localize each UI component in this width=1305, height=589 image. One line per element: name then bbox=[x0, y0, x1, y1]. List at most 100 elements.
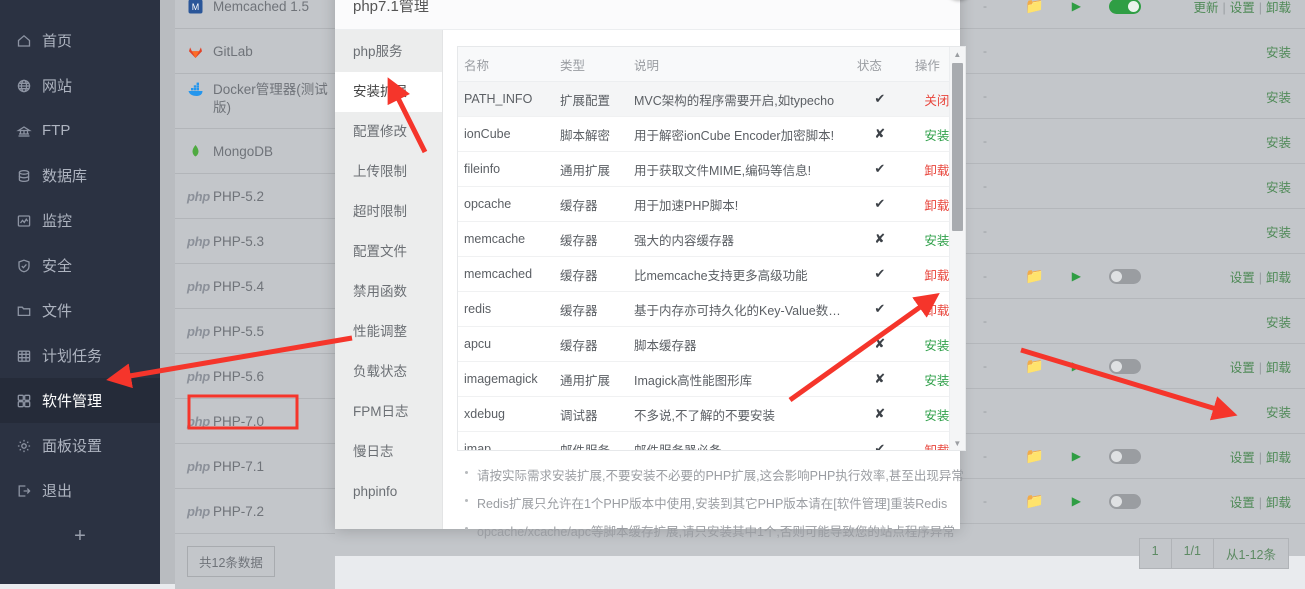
php-icon: php bbox=[187, 503, 210, 519]
sidebar-item-11[interactable]: 退出 bbox=[0, 468, 160, 513]
row-action[interactable]: 卸载 bbox=[1266, 451, 1291, 465]
scrollbar-thumb[interactable] bbox=[951, 63, 963, 231]
folder-icon[interactable]: 📁 bbox=[1025, 0, 1044, 15]
modal-menu-item-12[interactable]: phpinfo bbox=[335, 472, 442, 512]
row-action[interactable]: 安装 bbox=[1266, 46, 1291, 60]
sidebar-item-10[interactable]: 面板设置 bbox=[0, 423, 160, 468]
row-action-link[interactable]: 关闭 bbox=[924, 94, 949, 108]
row-action-link[interactable]: 卸载 bbox=[924, 164, 949, 178]
row-dash: - bbox=[983, 224, 987, 238]
row-action-link[interactable]: 安装 bbox=[924, 234, 949, 248]
play-icon[interactable]: ▶ bbox=[1072, 359, 1081, 373]
software-list-item-label: PHP-5.4 bbox=[213, 278, 265, 294]
modal-menu-item-8[interactable]: 性能调整 bbox=[335, 312, 442, 352]
status-toggle[interactable] bbox=[1108, 358, 1141, 374]
modal-menu-item-5[interactable]: 超时限制 bbox=[335, 192, 442, 232]
sidebar-item-4[interactable]: 数据库 bbox=[0, 153, 160, 198]
row-action[interactable]: 设置 bbox=[1230, 496, 1255, 510]
modal-menu-item-6[interactable]: 配置文件 bbox=[335, 232, 442, 272]
software-list-item[interactable]: Docker管理器(测试版) bbox=[175, 74, 335, 129]
table-scrollbar[interactable]: ▲ ▼ bbox=[948, 47, 965, 450]
folder-icon[interactable]: 📁 bbox=[1025, 357, 1044, 375]
software-list-item[interactable]: MongoDB bbox=[175, 129, 335, 174]
status-toggle[interactable] bbox=[1108, 448, 1141, 464]
row-action[interactable]: 卸载 bbox=[1266, 1, 1291, 15]
folder-icon[interactable]: 📁 bbox=[1025, 447, 1044, 465]
status-toggle[interactable] bbox=[1108, 493, 1141, 509]
folder-icon[interactable]: 📁 bbox=[1025, 492, 1044, 510]
sidebar-item-2[interactable]: 网站 bbox=[0, 63, 160, 108]
row-action[interactable]: 卸载 bbox=[1266, 271, 1291, 285]
pager-page[interactable]: 1 bbox=[1138, 538, 1171, 569]
row-action-link[interactable]: 安装 bbox=[924, 409, 949, 423]
row-action-link[interactable]: 卸载 bbox=[924, 304, 949, 318]
row-action[interactable]: 设置 bbox=[1230, 361, 1255, 375]
modal-menu-item-2[interactable]: 安装扩展 bbox=[335, 72, 442, 112]
row-action[interactable]: 设置 bbox=[1230, 271, 1255, 285]
sidebar-item-9[interactable]: 软件管理 bbox=[0, 378, 160, 423]
row-action[interactable]: 设置 bbox=[1230, 451, 1255, 465]
software-list-item[interactable]: php PHP-5.6 bbox=[175, 354, 335, 399]
status-toggle[interactable] bbox=[1108, 268, 1141, 284]
play-icon[interactable]: ▶ bbox=[1072, 494, 1081, 508]
row-action[interactable]: 安装 bbox=[1266, 406, 1291, 420]
software-list-item[interactable]: php PHP-7.2 bbox=[175, 489, 335, 534]
modal-menu-item-9[interactable]: 负载状态 bbox=[335, 352, 442, 392]
column-header-1: 名称 bbox=[458, 47, 554, 82]
modal-menu-item-7[interactable]: 禁用函数 bbox=[335, 272, 442, 312]
row-action[interactable]: 安装 bbox=[1266, 91, 1291, 105]
row-action[interactable]: 安装 bbox=[1266, 316, 1291, 330]
row-action-link[interactable]: 卸载 bbox=[924, 269, 949, 283]
row-action-link[interactable]: 卸载 bbox=[924, 199, 949, 213]
row-action[interactable]: 卸载 bbox=[1266, 496, 1291, 510]
cell-type: 调试器 bbox=[554, 396, 628, 432]
sidebar-item-5[interactable]: 监控 bbox=[0, 198, 160, 243]
row-action[interactable]: 安装 bbox=[1266, 226, 1291, 240]
cell-type: 缓存器 bbox=[554, 326, 628, 362]
sidebar-item-6[interactable]: 安全 bbox=[0, 243, 160, 288]
modal-menu-item-1[interactable]: php服务 bbox=[335, 32, 442, 72]
software-list-item[interactable]: php PHP-5.5 bbox=[175, 309, 335, 354]
modal-menu-item-11[interactable]: 慢日志 bbox=[335, 432, 442, 472]
sidebar-item-8[interactable]: 计划任务 bbox=[0, 333, 160, 378]
software-list-item[interactable]: GitLab bbox=[175, 29, 335, 74]
row-action[interactable]: 安装 bbox=[1266, 136, 1291, 150]
play-icon[interactable]: ▶ bbox=[1072, 0, 1081, 13]
row-action[interactable]: 设置 bbox=[1230, 1, 1255, 15]
play-icon[interactable]: ▶ bbox=[1072, 449, 1081, 463]
folder-icon[interactable]: 📁 bbox=[1025, 267, 1044, 285]
sidebar-item-1[interactable]: 首页 bbox=[0, 18, 160, 63]
software-list-item[interactable]: php PHP-5.4 bbox=[175, 264, 335, 309]
scroll-up-arrow-icon[interactable]: ▲ bbox=[950, 47, 965, 61]
column-header-4: 状态 bbox=[850, 47, 909, 82]
row-action[interactable]: 安装 bbox=[1266, 181, 1291, 195]
modal-body: php服务 安装扩展 配置修改 上传限制 超时限制 配置文件 禁用函数 性能调整 负载状态 FPM… bbox=[335, 30, 966, 539]
software-list-item[interactable]: php PHP-5.3 bbox=[175, 219, 335, 264]
table-row: imagemagick 通用扩展 Imagick高性能图形库 ✘ 安装 bbox=[458, 361, 965, 397]
pager-range[interactable]: 从1-12条 bbox=[1212, 538, 1289, 569]
modal-menu-item-3[interactable]: 配置修改 bbox=[335, 112, 442, 152]
scroll-down-arrow-icon[interactable]: ▼ bbox=[950, 436, 965, 450]
sidebar-add-button[interactable]: + bbox=[0, 513, 160, 559]
software-list-item[interactable]: php PHP-7.1 bbox=[175, 444, 335, 489]
sidebar-item-3[interactable]: FTP bbox=[0, 108, 160, 153]
sidebar-item-7[interactable]: 文件 bbox=[0, 288, 160, 333]
total-count-button[interactable]: 共12条数据 bbox=[187, 546, 275, 577]
status-toggle[interactable] bbox=[1108, 0, 1141, 14]
notes-list: 请按实际需求安装扩展,不要安装不必要的PHP扩展,这会影响PHP执行效率,甚至出… bbox=[457, 451, 966, 540]
row-action-link[interactable]: 安装 bbox=[924, 374, 949, 388]
play-icon[interactable]: ▶ bbox=[1072, 269, 1081, 283]
modal-menu-item-4[interactable]: 上传限制 bbox=[335, 152, 442, 192]
row-action[interactable]: 更新 bbox=[1193, 1, 1218, 15]
table-row: PATH_INFO 扩展配置 MVC架构的程序需要开启,如typecho ✔ 关闭 bbox=[458, 81, 965, 117]
row-action[interactable]: 卸载 bbox=[1266, 361, 1291, 375]
software-list-item[interactable]: M Memcached 1.5 bbox=[175, 0, 335, 29]
software-list-item[interactable]: php PHP-7.0 bbox=[175, 399, 335, 444]
row-action-link[interactable]: 安装 bbox=[924, 339, 949, 353]
pager-pages[interactable]: 1/1 bbox=[1170, 538, 1213, 569]
software-list-item[interactable]: php PHP-5.2 bbox=[175, 174, 335, 219]
row-action-link[interactable]: 卸载 bbox=[924, 444, 949, 451]
row-action-link[interactable]: 安装 bbox=[924, 129, 949, 143]
modal-menu-item-10[interactable]: FPM日志 bbox=[335, 392, 442, 432]
docker-icon bbox=[187, 81, 213, 98]
